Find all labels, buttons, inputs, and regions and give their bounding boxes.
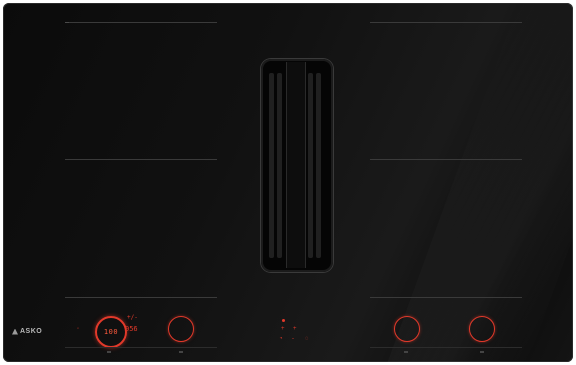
zone-marker bbox=[179, 351, 183, 353]
control-underline bbox=[370, 347, 522, 348]
control-underline bbox=[65, 347, 217, 348]
timer-icon[interactable]: ◌ bbox=[305, 336, 309, 342]
zone-tick bbox=[65, 22, 69, 23]
zone-mid-right-line bbox=[370, 159, 522, 160]
plus-icon[interactable]: + bbox=[281, 326, 285, 332]
vent-grille-icon bbox=[269, 73, 274, 258]
cooktop-surface: ASKO ◦ 100 +/- 056 + + ◔ - ◌ bbox=[3, 3, 573, 362]
timer-readout: 056 bbox=[125, 325, 138, 333]
zone-marker bbox=[480, 351, 484, 353]
timer-value: 100 bbox=[103, 328, 119, 336]
brand-name: ASKO bbox=[20, 328, 43, 335]
zone-bottom-left-line bbox=[65, 297, 217, 298]
glass-reflection bbox=[387, 3, 573, 362]
right-zone-2-control-ring[interactable] bbox=[469, 316, 495, 342]
plus-icon[interactable]: + bbox=[293, 326, 297, 332]
vent-grille-bar bbox=[308, 73, 313, 258]
power-icon[interactable]: ◦ bbox=[77, 326, 79, 332]
right-zone-1-control-ring[interactable] bbox=[394, 316, 420, 342]
zone-marker bbox=[404, 351, 408, 353]
vent-grille-bar bbox=[316, 73, 321, 258]
logo-mark-icon bbox=[12, 328, 18, 335]
zone-top-left-line bbox=[65, 22, 217, 23]
left-zone-control-ring[interactable] bbox=[168, 316, 194, 342]
fan-icon[interactable]: ◔ bbox=[279, 336, 283, 342]
vent-grille-bar bbox=[277, 73, 282, 258]
zone-mid-left-line bbox=[65, 159, 217, 160]
zone-bottom-right-line bbox=[370, 297, 522, 298]
timer-dial[interactable]: 100 bbox=[95, 316, 127, 348]
minus-icon[interactable]: - bbox=[292, 336, 294, 342]
fan-indicator-dot bbox=[282, 319, 285, 322]
vent-center-plate bbox=[286, 62, 306, 268]
downdraft-vent[interactable] bbox=[261, 59, 333, 272]
zone-top-right-line bbox=[370, 22, 522, 23]
zone-marker bbox=[107, 351, 111, 353]
timer-top-icons[interactable]: +/- bbox=[127, 314, 138, 321]
brand-logo: ASKO bbox=[12, 328, 42, 335]
